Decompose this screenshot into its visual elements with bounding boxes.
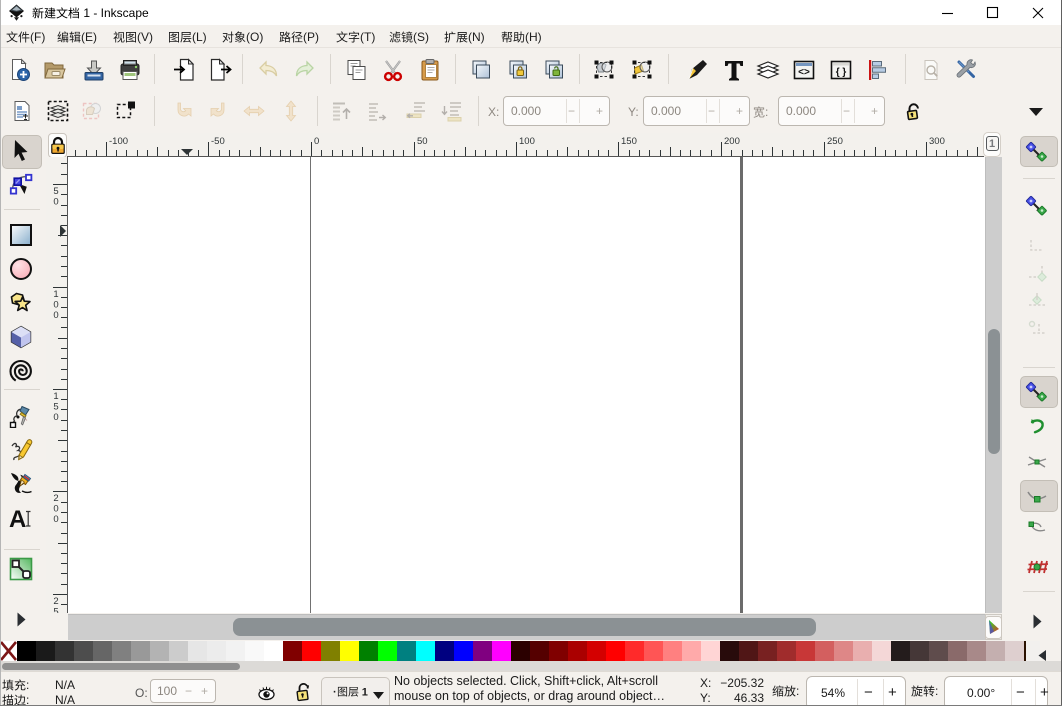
svg-text:0: 0	[53, 197, 58, 208]
svg-text:150: 150	[621, 136, 637, 147]
svg-text:250: 250	[827, 136, 843, 147]
svg-text:-50: -50	[211, 136, 225, 147]
svg-text:A: A	[9, 506, 26, 530]
svg-text:{ }: { }	[836, 67, 847, 78]
svg-text:1: 1	[53, 391, 58, 402]
svg-text:0: 0	[53, 300, 58, 311]
svg-text:0: 0	[53, 412, 58, 423]
svg-text:<>: <>	[798, 67, 810, 78]
svg-text:1: 1	[53, 289, 58, 300]
svg-text:2: 2	[53, 493, 58, 504]
svg-text:5: 5	[53, 607, 58, 614]
svg-text:2: 2	[53, 596, 58, 607]
svg-text:0: 0	[53, 504, 58, 515]
svg-text:0: 0	[53, 310, 58, 321]
svg-text:5: 5	[53, 402, 58, 413]
svg-text:50: 50	[417, 136, 428, 147]
svg-text:5: 5	[53, 186, 58, 197]
svg-text:200: 200	[724, 136, 740, 147]
svg-text:100: 100	[519, 136, 535, 147]
svg-text:-100: -100	[109, 136, 128, 147]
svg-text:300: 300	[929, 136, 945, 147]
svg-text:0: 0	[314, 136, 319, 147]
svg-text:0: 0	[53, 514, 58, 525]
